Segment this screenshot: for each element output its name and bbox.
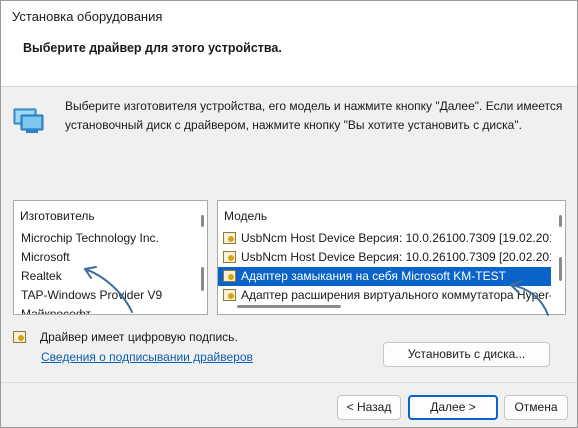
window-title: Установка оборудования: [12, 9, 163, 24]
scroll-up-arrow[interactable]: [559, 215, 562, 227]
cancel-button[interactable]: Отмена: [504, 395, 568, 420]
model-column-header: Модель: [224, 209, 268, 223]
model-item-label: Адаптер замыкания на себя Microsoft KM-T…: [241, 269, 506, 283]
model-vertical-scrollbar[interactable]: [559, 215, 563, 311]
scrollbar-thumb[interactable]: [201, 267, 204, 291]
wizard-header: Выберите драйвер для этого устройства.: [1, 32, 577, 87]
instructions-text: Выберите изготовителя устройства, его мо…: [65, 99, 563, 132]
model-item-label: UsbNcm Host Device Версия: 10.0.26100.73…: [241, 250, 551, 264]
model-listbox[interactable]: Модель UsbNcm Host Device Версия: 10.0.2…: [217, 200, 566, 315]
hardware-wizard-window: Установка оборудования Выберите драйвер …: [0, 0, 578, 428]
manufacturer-item[interactable]: Microchip Technology Inc.: [14, 229, 193, 248]
manufacturer-listbox[interactable]: Изготовитель Microchip Technology Inc. M…: [13, 200, 208, 315]
manufacturer-scrollbar[interactable]: [201, 215, 205, 311]
footer-divider: [1, 382, 577, 383]
manufacturer-column-header: Изготовитель: [20, 209, 95, 223]
manufacturer-item[interactable]: Realtek: [14, 267, 193, 286]
signed-driver-icon: [223, 270, 237, 283]
model-horizontal-scrollbar[interactable]: [237, 305, 341, 308]
scrollbar-thumb[interactable]: [559, 257, 562, 281]
page-heading: Выберите драйвер для этого устройства.: [23, 41, 282, 55]
manufacturer-item-microsoft[interactable]: Microsoft: [14, 248, 193, 267]
manufacturer-item[interactable]: TAP-Windows Provider V9: [14, 286, 193, 305]
model-item[interactable]: UsbNcm Host Device Версия: 10.0.26100.73…: [218, 248, 551, 267]
model-item-label: UsbNcm Host Device Версия: 10.0.26100.73…: [241, 231, 551, 245]
manufacturer-item[interactable]: Майкрософт: [14, 305, 193, 314]
signed-driver-icon: [13, 330, 27, 344]
back-button[interactable]: < Назад: [337, 395, 401, 420]
signature-text: Драйвер имеет цифровую подпись.: [40, 330, 238, 344]
model-item[interactable]: Адаптер расширения виртуального коммутат…: [218, 286, 551, 305]
model-item-label: Адаптер расширения виртуального коммутат…: [241, 288, 551, 302]
install-from-disk-button[interactable]: Установить с диска...: [383, 342, 550, 367]
signed-driver-icon: [223, 232, 237, 245]
signed-driver-icon: [223, 289, 237, 302]
next-button[interactable]: Далее >: [408, 395, 498, 420]
network-adapter-icon: [13, 106, 45, 134]
scroll-up-arrow[interactable]: [201, 215, 204, 227]
signed-driver-icon: [223, 251, 237, 264]
model-item[interactable]: UsbNcm Host Device Версия: 10.0.26100.73…: [218, 229, 551, 248]
title-bar[interactable]: Установка оборудования: [1, 1, 577, 32]
driver-signing-link[interactable]: Сведения о подписывании драйверов: [41, 350, 253, 364]
model-item-selected[interactable]: Адаптер замыкания на себя Microsoft KM-T…: [218, 267, 551, 286]
signature-status: Драйвер имеет цифровую подпись.: [13, 330, 238, 344]
